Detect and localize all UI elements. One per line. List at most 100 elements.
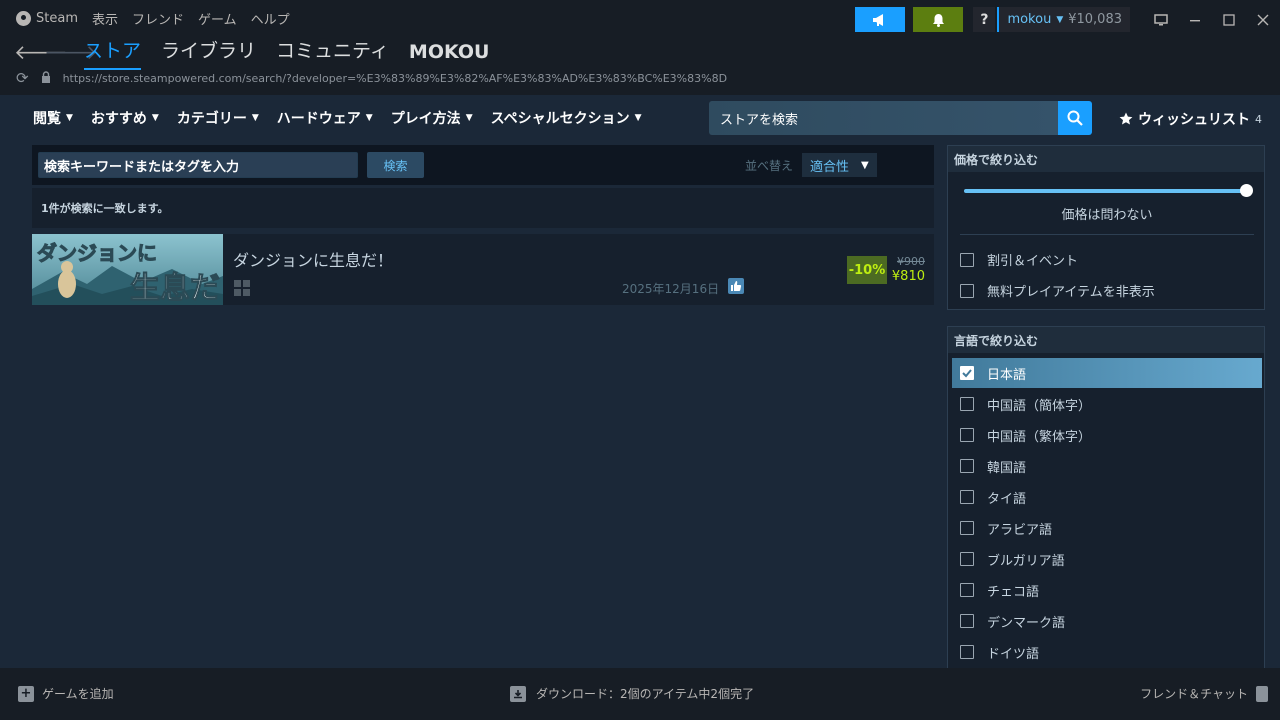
store-menu-categories[interactable]: カテゴリー ▼	[177, 108, 259, 128]
url-text[interactable]: https://store.steampowered.com/search/?d…	[63, 72, 727, 85]
language-option[interactable]: ドイツ語	[952, 637, 1262, 667]
store-menu-play-modes[interactable]: プレイ方法 ▼	[391, 108, 473, 128]
add-game-button[interactable]: + ゲームを追加	[18, 685, 114, 702]
language-label: アラビア語	[987, 522, 1053, 538]
chevron-down-icon: ▼	[634, 113, 642, 123]
notifications-button[interactable]	[913, 7, 964, 32]
final-price: ¥810	[891, 269, 925, 284]
plus-icon: +	[18, 685, 34, 702]
tab-store[interactable]: ストア	[84, 36, 142, 70]
original-price: ¥900	[897, 255, 925, 268]
checkbox[interactable]	[960, 614, 974, 628]
keyword-search-input[interactable]: 検索キーワードまたはタグを入力	[38, 152, 358, 178]
keyword-search-button[interactable]: 検索	[367, 152, 424, 178]
store-search-input[interactable]: ストアを検索	[709, 101, 1059, 135]
menu-games[interactable]: ゲーム	[198, 9, 237, 28]
wishlist-link[interactable]: ウィッシュリスト 4	[1119, 109, 1262, 129]
filter-option-hide-free[interactable]: 無料プレイアイテムを非表示	[960, 281, 1155, 300]
store-menu-label: カテゴリー	[176, 111, 247, 127]
checkbox[interactable]	[960, 583, 974, 597]
store-menu-recommended[interactable]: おすすめ ▼	[91, 108, 159, 128]
minimize-icon[interactable]	[1178, 7, 1212, 32]
language-option[interactable]: デンマーク語	[952, 606, 1262, 636]
language-label: ドイツ語	[987, 646, 1040, 662]
search-icon	[1067, 110, 1083, 126]
search-bar: 検索キーワードまたはタグを入力 検索 並べ替え 適合性 ▼	[32, 145, 934, 185]
language-option[interactable]: タイ語	[952, 482, 1262, 512]
language-option[interactable]: チェコ語	[952, 575, 1262, 605]
chevron-down-icon: ▼	[151, 113, 159, 123]
store-menu-special-sections[interactable]: スペシャルセクション ▼	[491, 108, 642, 128]
menu-friends[interactable]: フレンド	[132, 9, 184, 28]
menu-view[interactable]: 表示	[92, 9, 118, 28]
language-filter-header[interactable]: 言語で絞り込む	[948, 327, 1264, 353]
checkbox[interactable]	[960, 252, 974, 267]
friends-chat-label: フレンド＆チャット	[1140, 687, 1248, 701]
store-menu-label: プレイ方法	[390, 111, 461, 127]
add-game-label: ゲームを追加	[42, 687, 114, 701]
price-slider[interactable]	[964, 189, 1246, 193]
url-bar: ⟳ https://store.steampowered.com/search/…	[16, 69, 727, 87]
window-titlebar: Steam 表示 フレンド ゲーム ヘルプ ? mokou ▼ ¥10,083	[0, 0, 1280, 95]
filter-option-discounts[interactable]: 割引＆イベント	[960, 250, 1078, 269]
language-option[interactable]: ブルガリア語	[952, 544, 1262, 574]
account-menu[interactable]: mokou ▼ ¥10,083	[997, 7, 1130, 32]
window-controls	[1144, 7, 1280, 32]
chevron-down-icon: ▼	[1056, 14, 1064, 25]
tab-community[interactable]: コミュニティ	[276, 36, 389, 67]
maximize-icon[interactable]	[1212, 7, 1246, 32]
store-search-button[interactable]	[1058, 101, 1092, 135]
language-option-japanese[interactable]: 日本語	[952, 358, 1262, 388]
reload-icon[interactable]: ⟳	[16, 69, 29, 87]
tab-profile[interactable]: MOKOU	[409, 41, 490, 67]
back-arrow-icon[interactable]: 🡐	[14, 40, 68, 64]
language-filter-panel: 言語で絞り込む 日本語 中国語（簡体字） 中国語（繁体字） 韓国語 タイ語 アラ…	[947, 326, 1265, 671]
checkbox[interactable]	[960, 459, 974, 473]
discount-badge: -10%	[847, 256, 887, 284]
friends-chat-button[interactable]: フレンド＆チャット	[1140, 685, 1268, 702]
checkbox[interactable]	[960, 490, 974, 504]
megaphone-icon	[873, 13, 884, 26]
tab-library[interactable]: ライブラリ	[161, 36, 256, 67]
price-filter-panel: 価格で絞り込む 価格は問わない 割引＆イベント 無料プレイアイテムを非表示	[947, 145, 1265, 310]
checkbox[interactable]	[960, 428, 974, 442]
price-slider-handle[interactable]	[1240, 184, 1253, 197]
checkbox[interactable]	[960, 397, 974, 411]
language-label: 中国語（簡体字）	[987, 398, 1092, 414]
language-option[interactable]: 韓国語	[952, 451, 1262, 481]
steam-menu[interactable]: Steam	[16, 11, 78, 26]
language-option[interactable]: 中国語（簡体字）	[952, 389, 1262, 419]
language-option[interactable]: アラビア語	[952, 513, 1262, 543]
price-filter-header[interactable]: 価格で絞り込む	[948, 146, 1264, 172]
checkbox[interactable]	[960, 552, 974, 566]
store-menu-browse[interactable]: 閲覧 ▼	[33, 108, 73, 128]
language-label: デンマーク語	[987, 615, 1066, 631]
bell-icon	[932, 13, 944, 27]
checkbox-checked[interactable]	[960, 366, 974, 380]
store-menu-hardware[interactable]: ハードウェア ▼	[277, 108, 373, 128]
language-option[interactable]: 中国語（繁体字）	[952, 420, 1262, 450]
menu-help[interactable]: ヘルプ	[251, 9, 290, 28]
help-button[interactable]: ?	[973, 7, 996, 32]
big-picture-icon[interactable]	[1144, 7, 1178, 32]
release-date: 2025年12月16日	[622, 282, 720, 296]
filter-option-label: 割引＆イベント	[987, 254, 1079, 269]
wishlist-label: ウィッシュリスト	[1138, 112, 1250, 128]
chevron-down-icon: ▼	[66, 113, 73, 123]
checkbox[interactable]	[960, 645, 974, 659]
forward-arrow-icon[interactable]: 🡒	[44, 40, 98, 64]
friends-chat-icon	[1256, 685, 1268, 702]
sort-select[interactable]: 適合性 ▼	[802, 153, 877, 177]
checkbox[interactable]	[960, 283, 974, 298]
search-result-row[interactable]: ダンジョンに 生息だ! ダンジョンに生息だ！ 2025年12月16日 -10% …	[32, 234, 934, 305]
downloads-status[interactable]: ダウンロード：2個のアイテム中2個完了	[510, 685, 754, 702]
close-icon[interactable]	[1246, 7, 1280, 32]
announcements-button[interactable]	[855, 7, 906, 32]
checkbox[interactable]	[960, 521, 974, 535]
game-capsule-image: ダンジョンに 生息だ!	[32, 234, 223, 305]
sort-label: 並べ替え	[745, 159, 794, 173]
divider	[960, 234, 1254, 235]
lock-icon	[41, 70, 51, 86]
status-bar: + ゲームを追加 ダウンロード：2個のアイテム中2個完了 フレンド＆チャット	[0, 668, 1280, 720]
price-value-label: 価格は問わない	[1061, 208, 1153, 223]
